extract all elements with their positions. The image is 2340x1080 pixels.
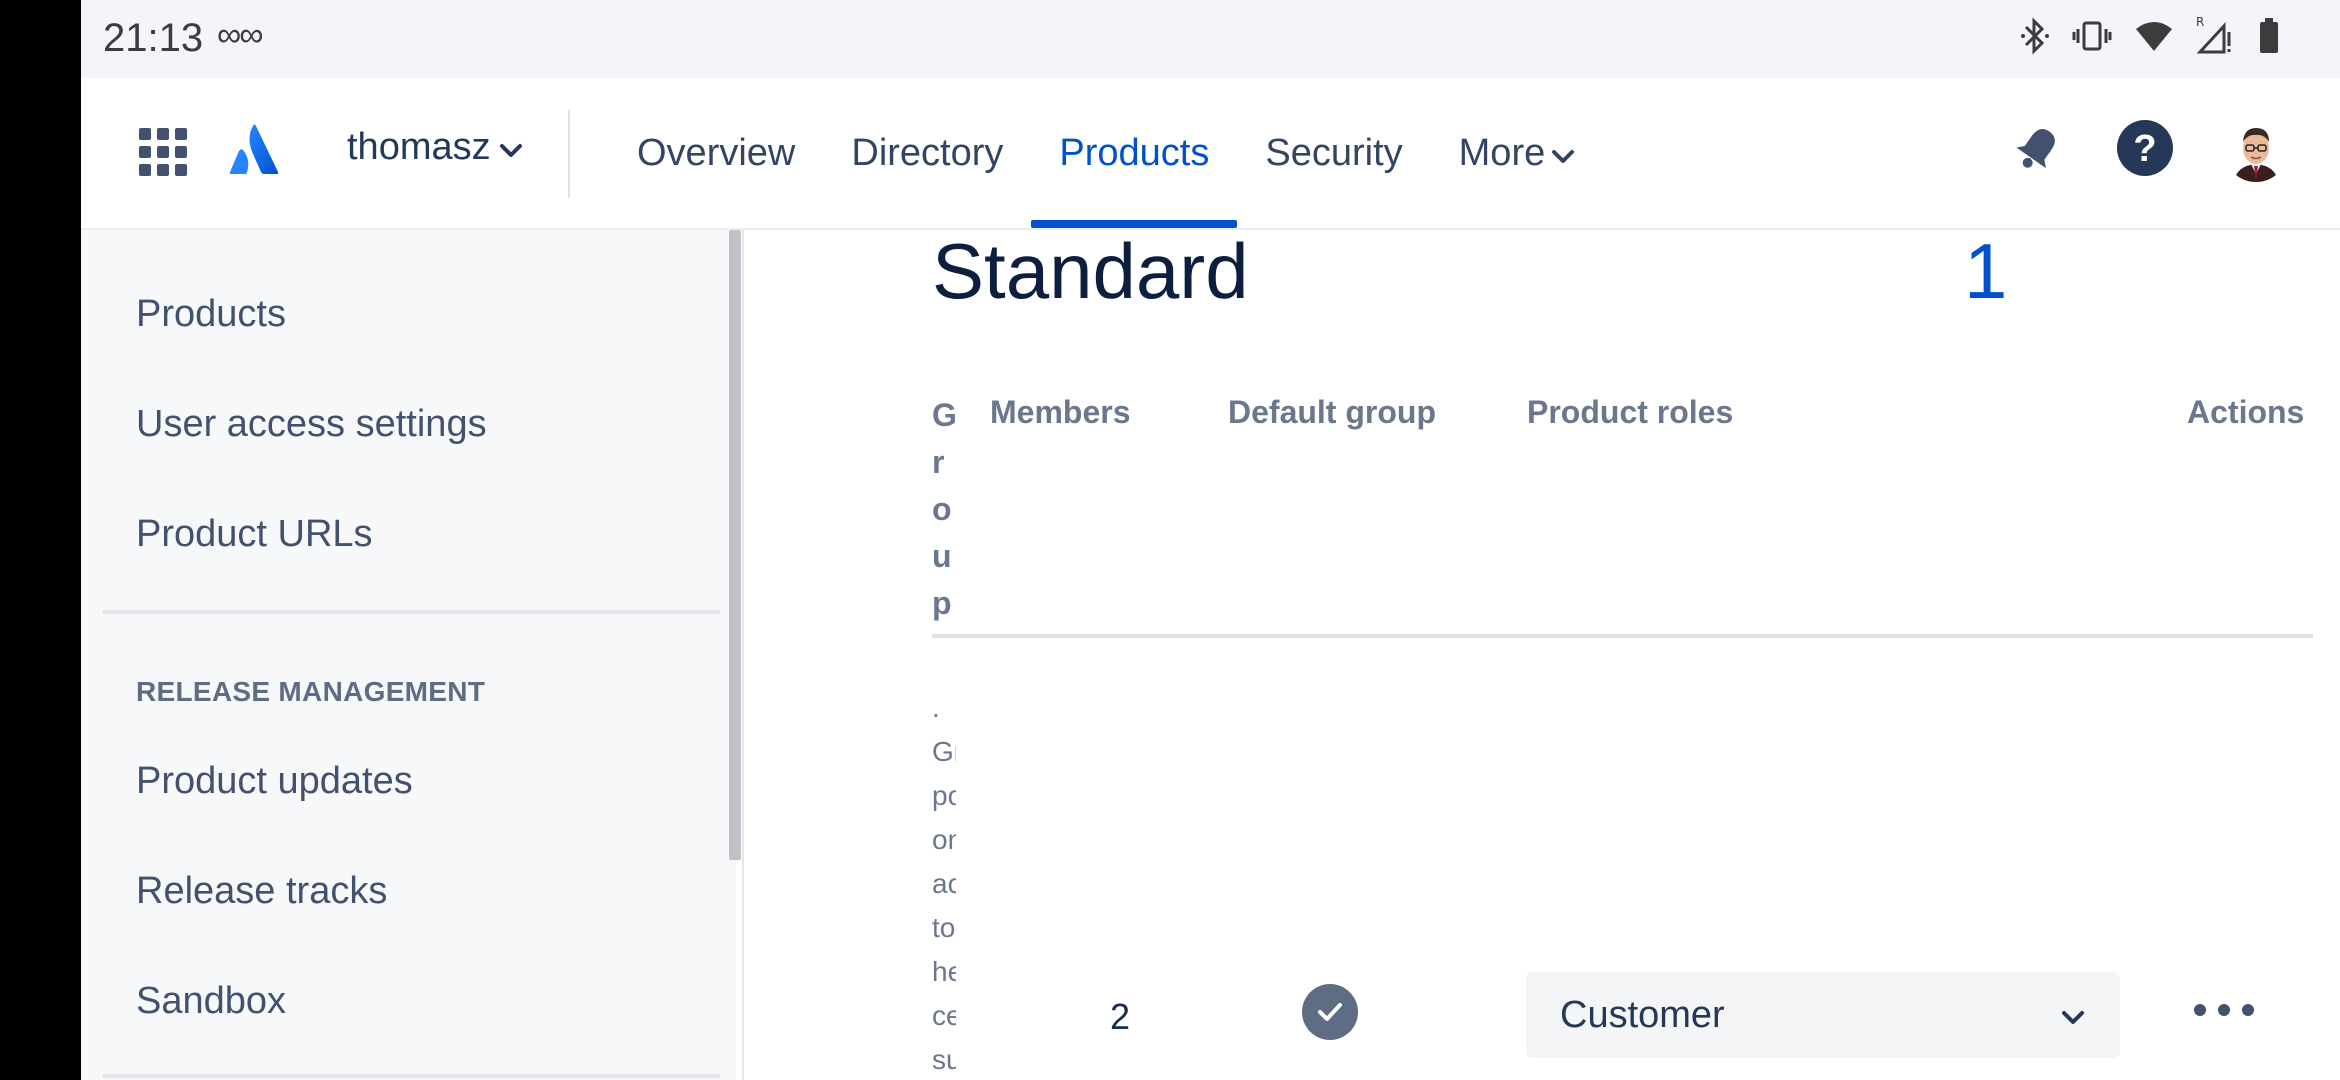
- top-nav: thomasz Overview Directory Products Secu…: [81, 78, 2340, 230]
- sidebar-item-sandbox[interactable]: Sandbox: [136, 980, 286, 1023]
- group-description: . Gr po on ac to he ce su: [932, 692, 956, 1075]
- bluetooth-icon: [2020, 17, 2050, 60]
- column-header-group-label: Group: [932, 397, 957, 621]
- sidebar: Products User access settings Product UR…: [81, 230, 736, 1080]
- avatar[interactable]: [2224, 118, 2288, 182]
- atlassian-logo-icon[interactable]: [229, 124, 279, 181]
- app-switcher-icon[interactable]: [139, 128, 187, 176]
- svg-text:R: R: [2196, 16, 2204, 29]
- screen: 21:13 ∞∞ R thomasz Overview Directory Pr…: [81, 0, 2340, 1080]
- nav-directory[interactable]: Directory: [823, 78, 1031, 228]
- table-header-divider: [932, 634, 2313, 638]
- sidebar-item-release-tracks[interactable]: Release tracks: [136, 870, 387, 913]
- members-count: 2: [1110, 996, 1131, 1037]
- more-actions-icon[interactable]: [2194, 990, 2254, 1030]
- column-header-members[interactable]: Members: [990, 394, 1131, 431]
- status-bar: 21:13 ∞∞ R: [81, 0, 2340, 78]
- help-icon[interactable]: ?: [2116, 119, 2174, 182]
- nav-security[interactable]: Security: [1237, 78, 1430, 228]
- main-content: Standard 1 Group Members Default group P…: [744, 227, 2340, 1080]
- sidebar-item-product-updates[interactable]: Product updates: [136, 760, 413, 803]
- page-count: 1: [1964, 227, 2008, 315]
- site-switcher[interactable]: thomasz: [347, 126, 523, 169]
- site-name: thomasz: [347, 126, 491, 168]
- nav-overview[interactable]: Overview: [609, 78, 823, 228]
- sidebar-divider: [103, 1074, 720, 1078]
- nav-more[interactable]: More: [1431, 78, 1604, 228]
- status-time: 21:13: [103, 16, 204, 60]
- nav-more-label: More: [1458, 131, 1546, 174]
- infinity-icon: ∞∞: [217, 16, 264, 54]
- nav-right: ?: [2010, 118, 2288, 182]
- column-header-default-group[interactable]: Default group: [1228, 394, 1436, 431]
- default-group-check-icon: [1302, 984, 1358, 1040]
- vibrate-icon: [2072, 17, 2112, 60]
- column-header-actions: Actions: [2187, 394, 2305, 430]
- nav-products[interactable]: Products: [1031, 78, 1238, 228]
- sidebar-divider: [103, 610, 720, 614]
- wifi-icon: [2134, 19, 2174, 58]
- battery-icon: [2258, 17, 2280, 60]
- svg-text:?: ?: [2133, 128, 2156, 170]
- sidebar-item-user-access-settings[interactable]: User access settings: [136, 403, 487, 446]
- notification-bell-icon[interactable]: [2010, 120, 2066, 181]
- nav-items: Overview Directory Products Security Mor…: [609, 78, 1603, 228]
- signal-icon: R: [2196, 15, 2236, 61]
- column-header-group[interactable]: Group: [932, 392, 957, 627]
- sidebar-item-products[interactable]: Products: [136, 293, 286, 336]
- sidebar-item-product-urls[interactable]: Product URLs: [136, 513, 373, 556]
- sidebar-section-heading: RELEASE MANAGEMENT: [136, 676, 486, 707]
- chevron-down-icon: [499, 126, 523, 169]
- product-role-select[interactable]: Customer: [1526, 972, 2120, 1058]
- column-header-product-roles[interactable]: Product roles: [1527, 394, 1733, 431]
- status-icons: R: [2020, 15, 2280, 61]
- chevron-down-icon: [2060, 994, 2086, 1037]
- chevron-down-icon: [1551, 132, 1575, 175]
- product-role-value: Customer: [1560, 993, 1725, 1036]
- nav-divider: [568, 110, 570, 198]
- page-title: Standard: [932, 227, 1249, 315]
- sidebar-scrollbar[interactable]: [729, 230, 741, 860]
